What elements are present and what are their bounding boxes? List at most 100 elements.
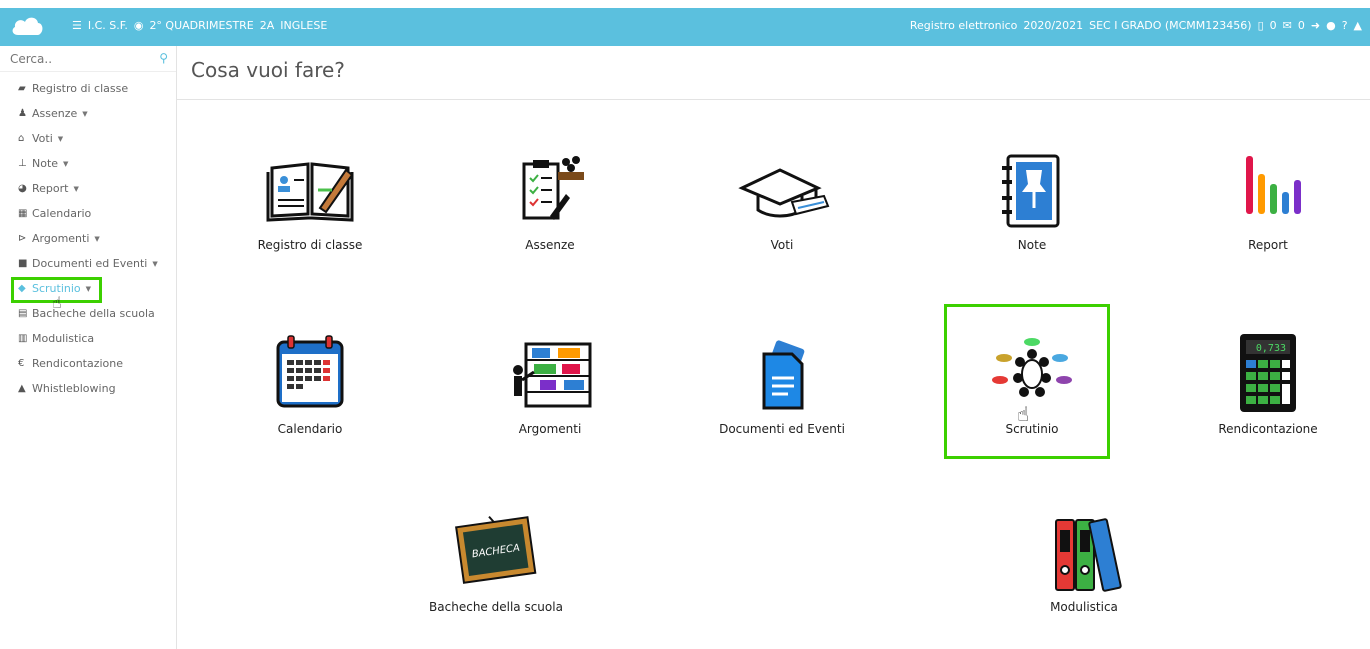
tile-label: Modulistica: [1050, 600, 1118, 614]
sidebar-item-modulistica[interactable]: ▥ Modulistica: [0, 326, 176, 351]
bookshelf-teacher-icon: [513, 342, 592, 408]
list-icon: ▤: [18, 308, 28, 319]
sidebar-menu: ▰ Registro di classe ♟ Assenze ▼ ⌂ Voti …: [0, 76, 176, 401]
caret-down-icon: ▼: [82, 109, 88, 118]
search-icon[interactable]: ⚲: [159, 51, 168, 65]
open-book-icon: [266, 162, 354, 222]
sidebar-item-label: Modulistica: [32, 332, 95, 345]
sidebar-item-voti[interactable]: ⌂ Voti ▼: [0, 126, 176, 151]
sidebar-item-label: Note: [32, 157, 59, 170]
sidebar-item-documenti-ed-eventi[interactable]: ■ Documenti ed Eventi ▼: [0, 251, 176, 276]
clipboard-checklist-icon: [522, 156, 584, 220]
top-strip: [0, 0, 1370, 8]
tile-label: Rendicontazione: [1218, 422, 1318, 436]
caret-down-icon: ▼: [152, 259, 158, 268]
tile-label: Calendario: [277, 422, 343, 436]
eye-icon: ◉: [133, 19, 144, 32]
sidebar-item-whistleblowing[interactable]: ▲ Whistleblowing: [0, 376, 176, 401]
period-label: 2° QUADRIMESTRE: [149, 19, 254, 32]
person-icon[interactable]: ▲: [1354, 20, 1362, 31]
caret-down-icon: ▼: [57, 134, 64, 143]
mail-icon[interactable]: ✉: [1283, 20, 1292, 31]
hamburger-icon[interactable]: ☰: [72, 20, 82, 31]
binders-icon: [1055, 518, 1122, 592]
tile-label: Registro di classe: [257, 238, 363, 252]
sidebar-item-label: Registro di classe: [32, 82, 129, 95]
pie-chart-icon: ◕: [18, 183, 27, 194]
title-divider: [177, 99, 1370, 100]
user-icon: ♟: [18, 108, 27, 119]
topbar-info: Registro elettronico 2020/2021 SEC I GRA…: [910, 19, 1362, 32]
scrutinio-tile-highlight: [944, 304, 1110, 459]
app-name: Registro elettronico: [909, 19, 1018, 32]
logout-icon[interactable]: ➜: [1311, 20, 1320, 31]
sidebar-item-label: Bacheche della scuola: [32, 307, 155, 320]
sidebar: ⚲ ▰ Registro di classe ♟ Assenze ▼ ⌂ Vot…: [0, 46, 177, 649]
sidebar-item-argomenti[interactable]: ⊳ Argomenti ▼: [0, 226, 176, 251]
folder-open-icon: ⊳: [18, 233, 27, 244]
caret-down-icon: ▼: [94, 234, 100, 243]
sidebar-item-label: Report: [32, 182, 69, 195]
book-icon: ▰: [18, 83, 26, 94]
school-type: SEC I GRADO (MCMM123456): [1089, 19, 1252, 32]
tile-label: Documenti ed Eventi: [719, 422, 845, 436]
tile-documenti-ed-eventi[interactable]: Documenti ed Eventi: [697, 334, 867, 474]
tile-argomenti[interactable]: Argomenti: [465, 334, 635, 474]
newspaper-icon: ▥: [18, 333, 28, 344]
calendar-icon: [276, 335, 344, 408]
caret-down-icon: ▼: [63, 159, 69, 168]
sidebar-item-registro-di-classe[interactable]: ▰ Registro di classe: [0, 76, 176, 101]
sidebar-item-label: Argomenti: [32, 232, 90, 245]
pin-icon: ⊥: [18, 158, 27, 169]
top-bar: ☰ I.C. S.F. ◉ 2° QUADRIMESTRE 2A INGLESE…: [0, 0, 1370, 46]
main-content: Cosa vuoi fare? Registro di classe Assen…: [177, 46, 1370, 649]
sidebar-item-label: Calendario: [32, 207, 92, 220]
tile-voti[interactable]: Voti: [697, 150, 867, 290]
sidebar-item-calendario[interactable]: ▦ Calendario: [0, 201, 176, 226]
sidebar-item-label: Voti: [32, 132, 53, 145]
sidebar-item-label: Documenti ed Eventi: [32, 257, 148, 270]
document-icon[interactable]: ▯: [1258, 20, 1264, 31]
sidebar-item-bacheche-della-scuola[interactable]: ▤ Bacheche della scuola: [0, 301, 176, 326]
school-name: I.C. S.F.: [87, 19, 128, 32]
sidebar-item-assenze[interactable]: ♟ Assenze ▼: [0, 101, 176, 126]
tile-report[interactable]: Report: [1183, 150, 1353, 290]
tile-modulistica[interactable]: Modulistica: [999, 512, 1169, 649]
lock-icon: ▲: [18, 383, 26, 394]
search-input[interactable]: [0, 46, 176, 72]
mail-count: 0: [1297, 19, 1305, 32]
topbar-context[interactable]: ☰ I.C. S.F. ◉ 2° QUADRIMESTRE 2A INGLESE: [72, 19, 327, 32]
caret-down-icon: ▼: [73, 184, 79, 193]
tile-note[interactable]: Note: [947, 150, 1117, 290]
calculator-icon: 0,733: [1240, 334, 1296, 412]
calendar-icon: ▦: [18, 208, 28, 219]
sidebar-item-note[interactable]: ⊥ Note ▼: [0, 151, 176, 176]
tile-label: Bacheche della scuola: [429, 600, 563, 614]
user-icon[interactable]: ●: [1326, 20, 1336, 31]
docs-count: 0: [1269, 19, 1277, 32]
tile-calendario[interactable]: Calendario: [225, 334, 395, 474]
class-label: 2A: [259, 19, 275, 32]
sidebar-item-rendicontazione[interactable]: € Rendicontazione: [0, 351, 176, 376]
notebook-pin-icon: [1002, 154, 1060, 228]
subject-label: INGLESE: [280, 19, 328, 32]
hand-cursor-icon: ☝: [1017, 402, 1030, 426]
tile-registro-di-classe[interactable]: Registro di classe: [225, 150, 395, 290]
hand-cursor-icon: ☝: [52, 293, 62, 312]
tile-label: Assenze: [525, 238, 575, 252]
sidebar-item-label: Rendicontazione: [32, 357, 124, 370]
school-year: 2020/2021: [1023, 19, 1084, 32]
bar-chart-icon: [1246, 156, 1301, 214]
tile-label: Report: [1248, 238, 1288, 252]
sidebar-item-report[interactable]: ◕ Report ▼: [0, 176, 176, 201]
tile-rendicontazione[interactable]: 0,733 Rendicontazione: [1183, 334, 1353, 474]
sidebar-item-label: Assenze: [32, 107, 78, 120]
bank-icon: ⌂: [18, 133, 25, 144]
cloud-logo-icon[interactable]: [10, 14, 44, 36]
archive-icon: ■: [18, 258, 28, 269]
help-icon[interactable]: ?: [1342, 20, 1348, 31]
tile-assenze[interactable]: Assenze: [465, 150, 635, 290]
tile-bacheche-della-scuola[interactable]: BACHECA Bacheche della scuola: [411, 512, 581, 649]
tile-label: Argomenti: [518, 422, 582, 436]
sidebar-item-label: Whistleblowing: [32, 382, 116, 395]
